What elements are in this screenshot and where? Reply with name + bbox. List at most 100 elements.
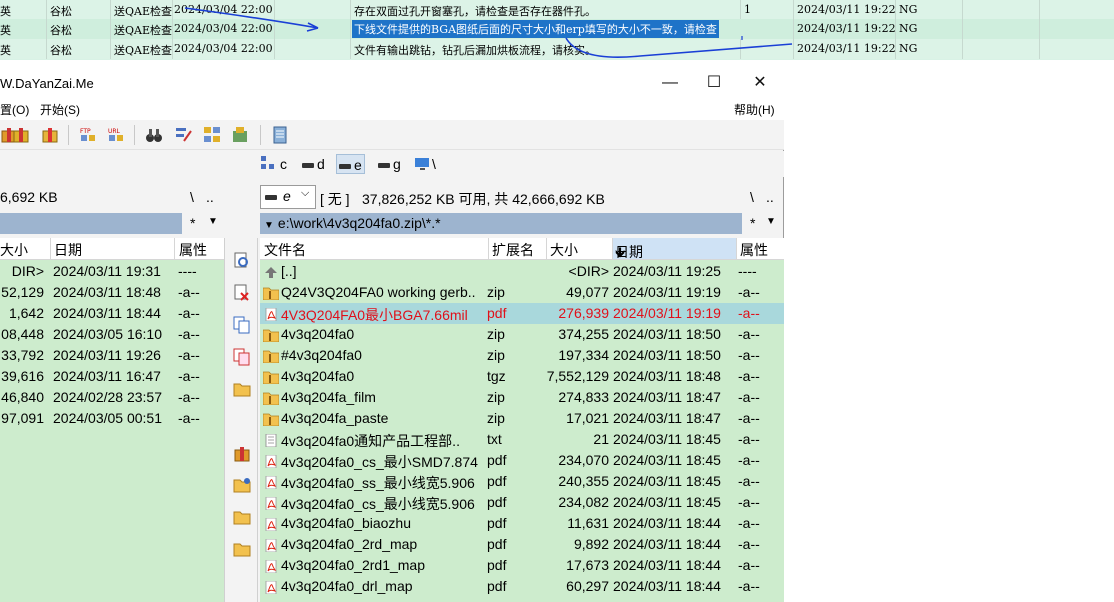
left-file-row[interactable]: 46,840 2024/02/28 23:57 -a--	[0, 387, 224, 408]
right-up-button[interactable]: ..	[766, 189, 774, 205]
minimize-button[interactable]: —	[658, 72, 682, 94]
file-size: 7,552,129	[546, 368, 609, 384]
right-drive-select[interactable]: e ⌵	[260, 185, 316, 209]
left-col-size[interactable]: 大小	[0, 240, 28, 260]
path-dropdown-icon[interactable]: ▼	[264, 220, 274, 231]
file-attr: -a--	[738, 473, 760, 489]
unpack-icon[interactable]	[12, 125, 32, 145]
rename-tool-icon[interactable]	[174, 125, 194, 145]
left-file-row[interactable]: 97,091 2024/03/05 00:51 -a--	[0, 408, 224, 429]
file-name: 4v3q204fa0_cs_最小SMD7.874	[281, 454, 478, 470]
folder-icon[interactable]	[233, 508, 251, 526]
left-path[interactable]	[0, 213, 182, 234]
file-date: 2024/03/11 19:19	[613, 284, 721, 300]
gift-package-icon[interactable]	[233, 444, 251, 462]
left-file-row[interactable]: 08,448 2024/03/05 16:10 -a--	[0, 324, 224, 345]
right-file-row[interactable]: #4v3q204fa0 zip 197,334 2024/03/11 18:50 -a-…	[260, 345, 784, 366]
right-file-row[interactable]: 4v3q204fa0_2rd_map pdf 9,892 2024/03/11 18:…	[260, 534, 784, 555]
sync-dirs-icon[interactable]	[202, 125, 222, 145]
left-file-list[interactable]: DIR> 2024/03/11 19:31 ---- 52,129 2024/03/11…	[0, 260, 224, 602]
move-icon[interactable]	[233, 348, 251, 366]
file-date: 2024/03/11 18:44	[613, 515, 721, 531]
left-root-button[interactable]: \	[190, 189, 194, 205]
right-file-row[interactable]: 4v3q204fa_paste zip 17,021 2024/03/11 18:47…	[260, 408, 784, 429]
left-filter[interactable]: *	[190, 215, 195, 231]
right-file-row[interactable]: 4v3q204fa0_cs_最小线宽5.906 pdf 234,082 2024/03…	[260, 492, 784, 513]
view-icon[interactable]	[233, 252, 251, 270]
right-root-button[interactable]: \	[750, 189, 754, 205]
right-file-row[interactable]: 4v3q204fa0_cs_最小SMD7.874 pdf 234,070 2024/0…	[260, 450, 784, 471]
maximize-button[interactable]: ☐	[702, 72, 726, 94]
right-path[interactable]: ▼ e:\work\4v3q204fa0.zip\*.*	[260, 213, 742, 234]
drive-e-button[interactable]: e	[336, 154, 365, 174]
left-file-row[interactable]: 1,642 2024/03/11 18:44 -a--	[0, 303, 224, 324]
sheet-cell: 送QAE检查	[114, 24, 172, 37]
url-icon[interactable]: URL	[106, 125, 126, 145]
ftp-icon[interactable]: FTP	[78, 125, 98, 145]
network-icon	[261, 156, 274, 169]
menu-item-help[interactable]: 帮助(H)	[734, 101, 775, 118]
copy-icon[interactable]	[233, 316, 251, 334]
folder-icon[interactable]	[233, 380, 251, 398]
new-folder-icon[interactable]	[233, 476, 251, 494]
left-file-row[interactable]: 39,616 2024/03/11 16:47 -a--	[0, 366, 224, 387]
right-file-list[interactable]: [..] <DIR> 2024/03/11 19:25 ---- Q24V3Q204FA…	[260, 260, 784, 602]
right-file-row[interactable]: [..] <DIR> 2024/03/11 19:25 ----	[260, 261, 784, 282]
toolbar: FTP URL	[0, 120, 784, 150]
right-file-row[interactable]: 4v3q204fa0_biaozhu pdf 11,631 2024/03/11 18…	[260, 513, 784, 534]
left-file-row[interactable]: DIR> 2024/03/11 19:31 ----	[0, 261, 224, 282]
right-file-row-selected[interactable]: 4V3Q204FA0最小BGA7.66mil pdf 276,939 2024/03/…	[260, 303, 784, 324]
archive-icon[interactable]	[40, 125, 60, 145]
sheet-cell: 英	[0, 24, 11, 37]
right-col-name[interactable]: 文件名	[264, 240, 306, 260]
delete-icon[interactable]	[233, 284, 251, 302]
file-date: 2024/03/05 16:10	[53, 326, 162, 342]
network-drive-button[interactable]: \	[412, 154, 438, 174]
chevron-down-icon: ⌵	[301, 187, 310, 199]
right-col-size[interactable]: 大小	[550, 240, 578, 260]
menu-item-start[interactable]: 开始(S)	[40, 101, 80, 118]
sheet-row[interactable]: 英 谷松 送QAE检查 2024/03/04 22:00 下线文件提供的BGA图…	[0, 19, 1114, 39]
file-size: <DIR>	[568, 263, 609, 279]
close-button[interactable]: ✕	[748, 72, 772, 94]
right-filter[interactable]: *	[750, 215, 755, 231]
left-col-attr[interactable]: 属性	[179, 240, 207, 260]
file-name: 4v3q204fa0	[281, 368, 355, 384]
sheet-cell: 2024/03/04 22:00	[174, 3, 273, 16]
left-up-button[interactable]: ..	[206, 189, 214, 205]
file-name: [..]	[281, 263, 297, 279]
right-file-row[interactable]: 4v3q204fa0_drl_map pdf 60,297 2024/03/11 18…	[260, 576, 784, 597]
file-date: 2024/03/11 18:45	[613, 473, 721, 489]
file-size: 274,833	[558, 389, 609, 405]
right-filter-dropdown-icon[interactable]: ▼	[766, 216, 776, 227]
right-col-attr[interactable]: 属性	[740, 240, 768, 260]
menu-item-config[interactable]: 置(O)	[0, 101, 29, 118]
sheet-row[interactable]: 英 谷松 送QAE检查 2024/03/04 22:00 文件有输出跳钻，钻孔后…	[0, 39, 1114, 59]
right-file-row[interactable]: 4v3q204fa0 zip 374,255 2024/03/11 18:50 -a--	[260, 324, 784, 345]
left-file-row[interactable]: 33,792 2024/03/11 19:26 -a--	[0, 345, 224, 366]
sheet-row[interactable]: 英 谷松 送QAE检查 2024/03/04 22:00 存在双面过孔开窗塞孔，…	[0, 0, 1114, 20]
left-filter-dropdown-icon[interactable]: ▼	[208, 216, 218, 227]
left-col-date[interactable]: 日期	[54, 240, 82, 260]
file-ext: tgz	[487, 368, 506, 384]
title-bar[interactable]: W.DaYanZai.Me — ☐ ✕	[0, 68, 784, 98]
right-file-row[interactable]: 4v3q204fa0_2rd1_map pdf 17,673 2024/03/11 1…	[260, 555, 784, 576]
multi-rename-icon[interactable]	[230, 125, 250, 145]
drive-c-button[interactable]: c	[278, 154, 289, 174]
left-file-row[interactable]: 52,129 2024/03/11 18:48 -a--	[0, 282, 224, 303]
right-file-row[interactable]: Q24V3Q204FA0 working gerb.. zip 49,077 2024…	[260, 282, 784, 303]
file-ext: pdf	[487, 452, 507, 468]
sheet-cell-highlighted[interactable]: 下线文件提供的BGA图纸后面的尺寸大小和erp填写的大小不一致，请检查	[352, 20, 719, 38]
drive-d-button[interactable]: d	[300, 154, 327, 174]
right-file-row[interactable]: 4v3q204fa0 tgz 7,552,129 2024/03/11 18:48 -a…	[260, 366, 784, 387]
right-file-row[interactable]: 4v3q204fa0通知产品工程部.. txt 21 2024/03/11 18:45…	[260, 429, 784, 450]
right-file-row[interactable]: 4v3q204fa0_ss_最小线宽5.906 pdf 240,355 2024/03…	[260, 471, 784, 492]
right-file-row[interactable]: 4v3q204fa_film zip 274,833 2024/03/11 18:47…	[260, 387, 784, 408]
file-attr: -a--	[178, 284, 200, 300]
folder-icon[interactable]	[233, 540, 251, 558]
file-size: 11,631	[567, 515, 609, 531]
drive-g-button[interactable]: g	[376, 154, 403, 174]
right-col-ext[interactable]: 扩展名	[492, 240, 534, 260]
search-binoculars-icon[interactable]	[144, 125, 164, 145]
notepad-icon[interactable]	[270, 125, 290, 145]
